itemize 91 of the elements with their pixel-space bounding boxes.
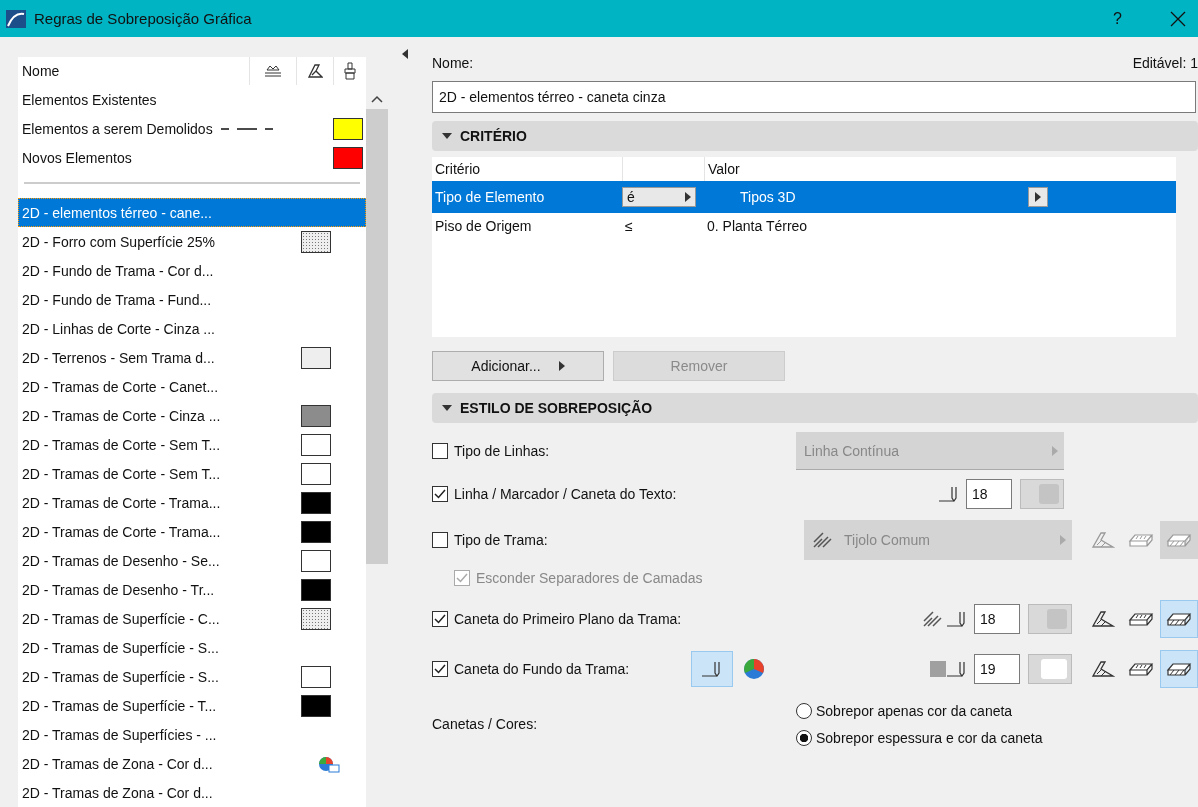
section-header[interactable]: ESTILO DE SOBREPOSIÇÃO [432,393,1198,423]
window-title: Regras de Sobreposição Gráfica [34,10,253,27]
app-logo-icon [6,9,26,28]
table-cell: Tipos 3D [740,189,796,205]
radio-label: Sobrepor espessura e cor da caneta [816,729,1043,746]
rule-item[interactable]: 2D - Tramas de Corte - Canet... [18,372,366,401]
table-cell-text: Tipo de Elemento [434,189,546,205]
rule-item[interactable]: 2D - elementos térreo - cane... [18,198,366,227]
checkbox[interactable] [432,532,448,548]
scrollbar-thumb[interactable] [366,109,388,564]
list-item[interactable]: Novos Elementos [18,143,366,172]
operator-dropdown[interactable]: é [622,187,696,207]
item-label: Elementos a serem Demolidos [22,120,213,137]
checkbox[interactable] [432,661,448,677]
pen-color-button[interactable] [1028,654,1072,684]
radio-label: Sobrepor apenas cor da caneta [816,702,1013,719]
item-label: Novos Elementos [22,149,132,166]
expand-arrow-icon [442,405,452,411]
rule-item[interactable]: 2D - Tramas de Superfície - S... [18,633,366,662]
rule-item[interactable]: 2D - Tramas de Zona - Cor d... [18,749,366,778]
rule-item[interactable]: 2D - Tramas de Corte - Sem T... [18,459,366,488]
list-item[interactable]: Elementos Existentes [18,85,366,114]
option-label: Caneta do Fundo da Trama: [454,661,630,677]
list-item[interactable]: Elementos a serem Demolidos [18,114,366,143]
rule-item[interactable]: 2D - Tramas de Corte - Sem T... [18,430,366,459]
field-label: Nome: [432,55,474,71]
criteria-row[interactable]: Tipo de Elemento é Tipos 3D [432,181,1176,213]
pen-color-button[interactable] [1028,604,1072,634]
rule-item[interactable]: 2D - Fundo de Trama - Fund... [18,285,366,314]
color-wheel-icon [743,658,766,680]
checkbox[interactable] [432,443,448,459]
expand-arrow-icon [442,133,452,139]
pen-number-field[interactable]: 18 [966,479,1012,509]
table-cell-text: Piso de Origem [434,217,533,234]
rule-item[interactable]: 2D - Fundo de Trama - Cor d... [18,256,366,285]
option-label: Linha / Marcador / Caneta do Texto: [454,486,677,502]
criteria-row[interactable]: Piso de Origem ≤ 0. Planta Térreo [432,213,1176,238]
rule-item[interactable]: 2D - Tramas de Zona - Cor d... [18,778,366,807]
help-button[interactable]: ? [1113,9,1122,28]
caret-icon [1060,535,1066,545]
collapse-arrow-icon[interactable] [402,49,408,59]
column-header[interactable]: Critério [432,161,622,177]
rule-item[interactable]: 2D - Linhas de Corte - Cinza ... [18,314,366,343]
rule-item[interactable]: 2D - Terrenos - Sem Trama d... [18,343,366,372]
caret-icon [558,361,565,371]
pen-mode-button[interactable] [691,651,734,687]
item-label: Elementos Existentes [22,91,157,108]
option-label: Tipo de Linhas: [454,443,550,459]
checkbox[interactable] [432,486,448,502]
brush-icon [343,62,357,80]
layer-icon [263,64,283,78]
name-field[interactable]: 2D - elementos térreo - caneta cinza [432,81,1196,113]
caret-icon [685,192,691,202]
option-label: Esconder Separadores de Camadas [476,570,703,586]
close-icon[interactable] [1170,10,1186,27]
radio-button[interactable] [796,702,812,719]
rule-item[interactable]: 2D - Tramas de Desenho - Se... [18,546,366,575]
scroll-up-icon[interactable] [371,95,383,103]
editable-count: Editável: 1 [1132,55,1198,71]
pen-number-field[interactable]: 18 [974,604,1020,634]
rule-item[interactable]: 2D - Tramas de Corte - Trama... [18,488,366,517]
rule-item[interactable]: 2D - Forro com Superfície 25% [18,227,366,256]
table-cell: 0. Planta Térreo [707,217,808,234]
checkbox[interactable] [432,611,448,627]
value-menu-button[interactable] [1028,187,1048,207]
pen-icon [946,660,968,678]
radio-button[interactable] [796,729,812,746]
action-button[interactable]: Adicionar... [432,351,604,381]
solid-fill-icon [930,661,946,677]
cut-box-icon[interactable] [1160,650,1198,688]
rule-item[interactable]: 2D - Tramas de Superfície - C... [18,604,366,633]
pen-icon [938,485,960,503]
pen-icon [946,610,968,628]
option-label: Caneta do Primeiro Plano da Trama: [454,611,682,627]
pen-color-button[interactable] [1020,479,1064,509]
caret-icon [1035,192,1041,202]
cut-box-icon[interactable] [1160,600,1198,638]
rule-item[interactable]: 2D - Tramas de Corte - Trama... [18,517,366,546]
column-header[interactable]: Nome [18,63,249,79]
caret-icon [1052,445,1058,456]
rule-item[interactable]: 2D - Tramas de Corte - Cinza ... [18,401,366,430]
rule-item[interactable]: 2D - Tramas de Superfície - S... [18,662,366,691]
hatch-icon [307,63,323,79]
table-cell-text: ≤ [624,217,634,234]
pen-number-field[interactable]: 19 [974,654,1020,684]
section-header[interactable]: CRITÉRIO [432,121,1198,151]
rule-item[interactable]: 2D - Tramas de Superfície - T... [18,691,366,720]
option-label: Tipo de Trama: [454,532,548,548]
rule-item[interactable]: 2D - Tramas de Superfícies - ... [18,720,366,749]
rule-item[interactable]: 2D - Tramas de Desenho - Tr... [18,575,366,604]
option-label: Canetas / Cores: [432,716,539,732]
